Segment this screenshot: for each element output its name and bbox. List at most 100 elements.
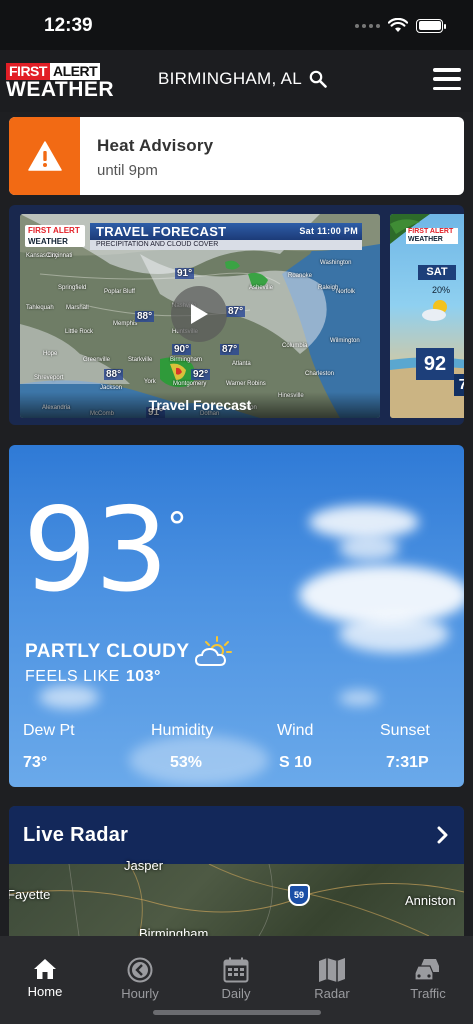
video-banner-title: TRAVEL FORECAST Sat 11:00 PM bbox=[90, 223, 362, 240]
radar-map-roads bbox=[9, 864, 464, 936]
stat-wind: Wind S 10 bbox=[277, 722, 313, 772]
map-label: Fayette bbox=[9, 887, 51, 902]
map-city-label: Montgomery bbox=[173, 381, 207, 387]
map-city-label: Poplar Bluff bbox=[104, 289, 135, 295]
video-caption: Travel Forecast bbox=[20, 392, 380, 418]
logo-weather-text: WEATHER bbox=[6, 78, 115, 101]
map-city-label: Hope bbox=[43, 351, 58, 357]
video-banner-time: Sat 11:00 PM bbox=[299, 226, 358, 236]
home-icon bbox=[34, 959, 56, 979]
map-city-label: Memphis bbox=[113, 321, 138, 327]
stat-value: 7:31P bbox=[386, 754, 429, 771]
status-icons bbox=[355, 18, 446, 33]
weekend-high: 92 bbox=[416, 348, 454, 380]
tab-traffic[interactable]: Traffic bbox=[388, 957, 468, 1001]
stat-label: Humidity bbox=[151, 722, 214, 739]
map-temp-label: 87° bbox=[220, 344, 240, 355]
map-city-label: Jackson bbox=[100, 385, 123, 391]
map-city-label: Wilmington bbox=[330, 338, 360, 344]
stat-value: 53% bbox=[170, 754, 203, 771]
video-banner: FIRST ALERT WEATHER TRAVEL FORECAST Sat … bbox=[20, 223, 380, 251]
weekend-weather-icon bbox=[422, 300, 447, 321]
weekend-precip: 20% bbox=[432, 285, 451, 295]
radar-map[interactable]: Fayette Jasper Anniston Birmingham 59 bbox=[9, 858, 464, 936]
hamburger-menu-icon[interactable] bbox=[433, 68, 461, 90]
feels-like-value: 103° bbox=[125, 668, 161, 685]
signal-icon bbox=[355, 23, 380, 28]
first-alert-weather-logo: FIRST ALERT WEATHER bbox=[6, 63, 118, 100]
map-city-label: Little Rock bbox=[65, 329, 94, 335]
live-radar-header[interactable]: Live Radar bbox=[9, 806, 464, 864]
status-time: 12:39 bbox=[44, 15, 93, 36]
map-temp-label: 91° bbox=[175, 268, 195, 279]
video-logo-top: FIRST ALERT bbox=[28, 226, 80, 235]
search-icon[interactable] bbox=[309, 70, 327, 88]
map-temp-label: 92° bbox=[191, 369, 211, 380]
map-temp-label: 90° bbox=[172, 344, 192, 355]
map-city-label: Birmingham bbox=[170, 357, 203, 363]
location-label: BIRMINGHAM, AL bbox=[158, 69, 303, 88]
calendar-icon bbox=[223, 957, 249, 983]
map-city-label: Norfolk bbox=[336, 289, 356, 295]
video-card-travel-forecast[interactable]: FIRST ALERT WEATHER TRAVEL FORECAST Sat … bbox=[20, 214, 380, 418]
status-bar: 12:39 bbox=[0, 0, 473, 50]
home-indicator bbox=[153, 1010, 321, 1015]
cloud-decoration bbox=[339, 690, 379, 706]
map-city-label: Roanoke bbox=[288, 273, 313, 279]
alert-title: Heat Advisory bbox=[97, 136, 214, 155]
tab-home[interactable]: Home bbox=[5, 957, 85, 999]
map-temp-label: 88° bbox=[104, 369, 124, 380]
interstate-shield: 59 bbox=[288, 884, 310, 906]
map-city-label: Tahlequah bbox=[26, 305, 54, 311]
alert-icon-box bbox=[9, 117, 80, 195]
feels-like-label: FEELS LIKE bbox=[25, 668, 120, 685]
map-label: Jasper bbox=[124, 858, 164, 873]
cloud-decoration bbox=[339, 535, 399, 561]
weekend-logo-bottom: WEATHER bbox=[408, 236, 443, 243]
tab-label: Traffic bbox=[410, 986, 446, 1001]
tab-daily[interactable]: Daily bbox=[196, 957, 276, 1001]
map-city-label: Warner Robins bbox=[226, 381, 266, 387]
map-city-label: Starkville bbox=[128, 357, 153, 363]
map-city-label: Shreveport bbox=[34, 375, 64, 381]
map-label: Anniston bbox=[405, 893, 456, 908]
video-banner-subtitle: PRECIPITATION AND CLOUD COVER bbox=[90, 240, 362, 250]
video-logo-bottom: WEATHER bbox=[28, 237, 68, 246]
degree-symbol: ° bbox=[167, 505, 187, 551]
stat-label: Dew Pt bbox=[23, 722, 75, 739]
video-carousel[interactable]: FIRST ALERT WEATHER TRAVEL FORECAST Sat … bbox=[9, 205, 464, 425]
map-city-label: Greenville bbox=[83, 357, 111, 363]
video-card-weekend-forecast[interactable]: FIRST ALERT WEATHER SAT 20% 92 79 bbox=[390, 214, 464, 418]
clock-icon bbox=[127, 957, 153, 983]
cloud-decoration bbox=[339, 615, 449, 653]
stat-humidity: Humidity 53% bbox=[151, 722, 213, 772]
map-temp-label: 88° bbox=[135, 311, 155, 322]
tab-label: Home bbox=[27, 984, 63, 999]
traffic-icon bbox=[414, 959, 439, 981]
map-temp-label: 87° bbox=[226, 306, 246, 317]
map-city-label: York bbox=[144, 379, 156, 385]
live-radar-card[interactable]: Live Radar Fayette Jasper Anniston Birmi… bbox=[9, 806, 464, 936]
play-button[interactable] bbox=[171, 286, 227, 342]
stat-label: Wind bbox=[277, 722, 314, 739]
map-city-label: Charleston bbox=[305, 371, 335, 377]
tab-radar[interactable]: Radar bbox=[292, 957, 372, 1001]
warning-icon bbox=[27, 141, 62, 171]
battery-icon bbox=[416, 18, 446, 33]
cloud-decoration bbox=[309, 505, 419, 539]
tab-hourly[interactable]: Hourly bbox=[100, 957, 180, 1001]
location-selector[interactable]: BIRMINGHAM, AL bbox=[158, 69, 327, 89]
video-banner-title-text: TRAVEL FORECAST bbox=[96, 224, 227, 239]
wifi-icon bbox=[388, 18, 408, 32]
video-logo: FIRST ALERT WEATHER bbox=[25, 225, 85, 247]
weekend-day: SAT bbox=[418, 265, 456, 280]
chevron-right-icon[interactable] bbox=[437, 826, 449, 844]
map-city-label: Springfield bbox=[58, 285, 87, 291]
current-conditions-card[interactable]: 93 ° PARTLY CLOUDY FEELS LIKE 103° Dew Pt… bbox=[9, 445, 464, 787]
weekend-logo-top: FIRST ALERT bbox=[408, 228, 454, 235]
app-header: FIRST ALERT WEATHER BIRMINGHAM, AL bbox=[0, 50, 473, 112]
heat-advisory-alert[interactable]: Heat Advisory until 9pm bbox=[9, 117, 464, 195]
weekend-low: 79 bbox=[454, 374, 464, 396]
play-icon bbox=[191, 304, 208, 324]
map-city-label: Cincinnati bbox=[46, 253, 73, 259]
